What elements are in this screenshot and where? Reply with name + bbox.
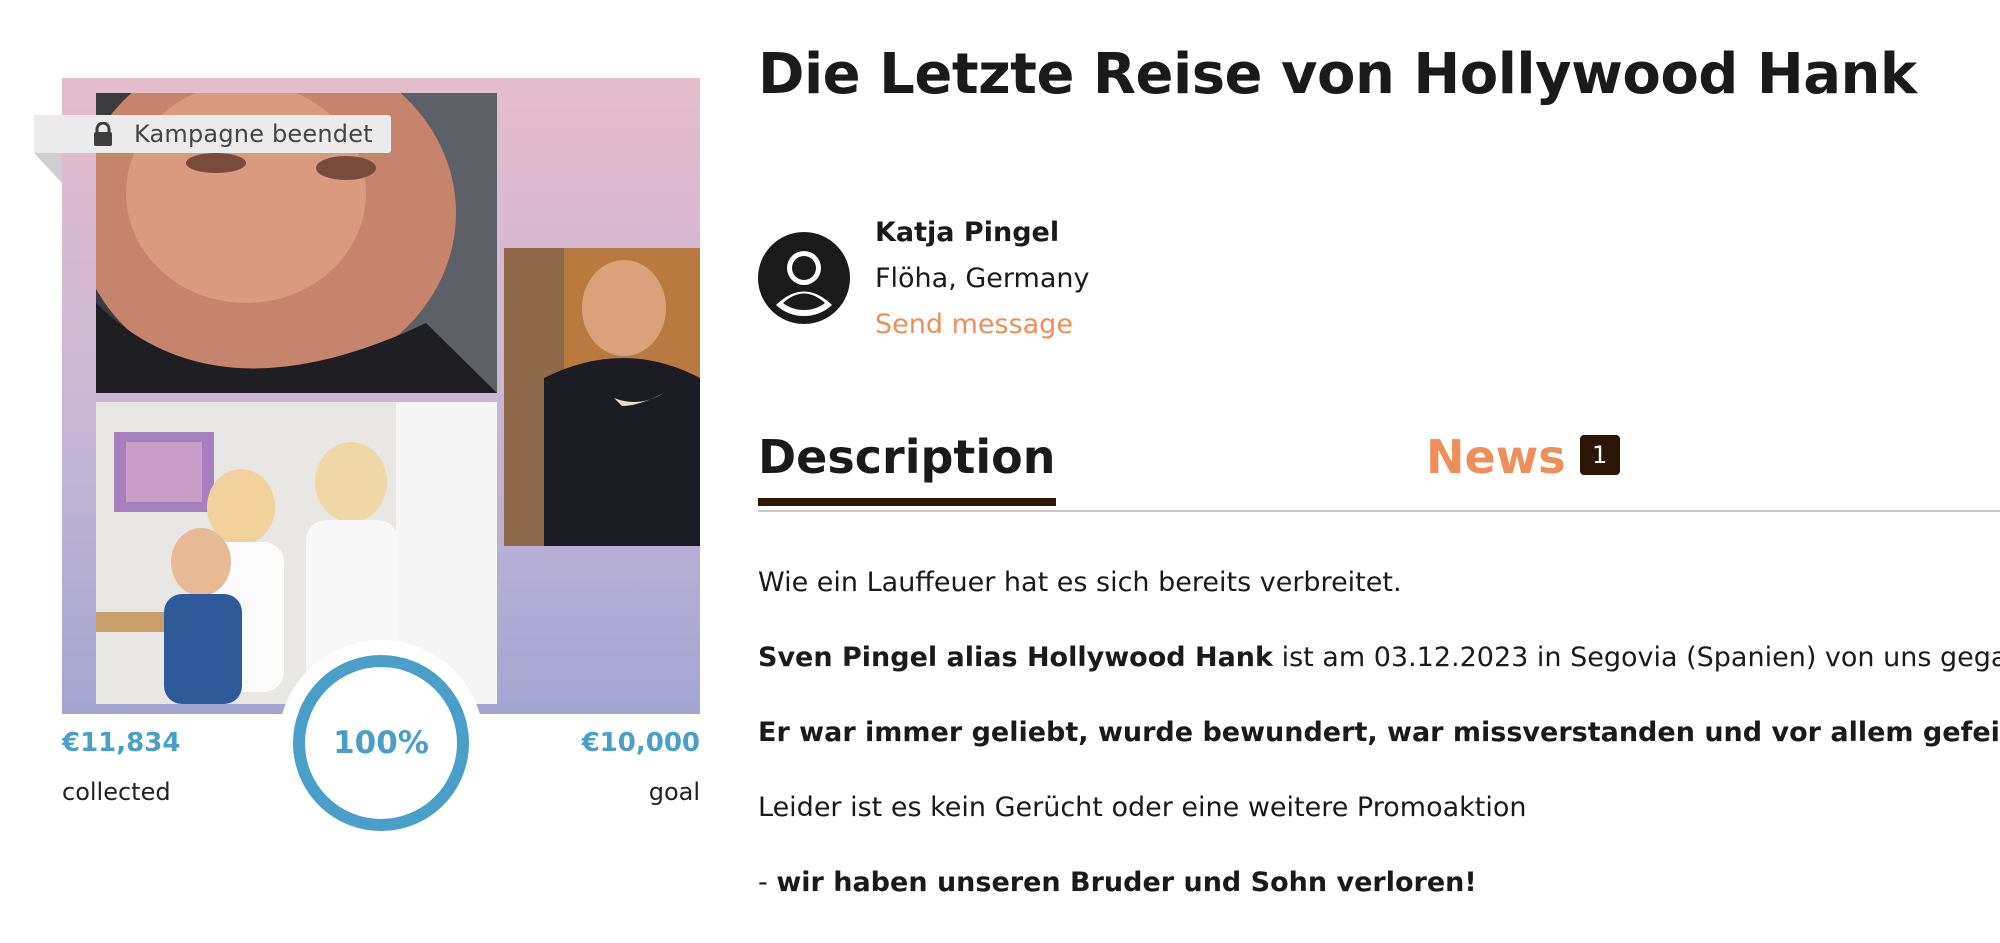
send-message-link[interactable]: Send message	[875, 309, 1073, 340]
organizer-name: Katja Pingel	[875, 217, 1060, 248]
content-tabs: Description News 1	[758, 420, 2000, 512]
campaign-photo-3	[504, 248, 700, 546]
progress-circle: 100%	[293, 655, 469, 831]
page-title: Die Letzte Reise von Hollywood Hank	[758, 42, 1917, 107]
description-paragraph-5: - wir haben unseren Bruder und Sohn verl…	[758, 868, 1988, 898]
campaign-image-collage	[62, 78, 700, 714]
campaign-ended-label: Kampagne beendet	[134, 120, 373, 148]
goal-label: goal	[648, 778, 700, 806]
description-paragraph-2: Sven Pingel alias Hollywood Hank ist am …	[758, 642, 2000, 673]
progress-ring: 100%	[278, 640, 484, 846]
tab-news-label: News	[1426, 430, 1566, 484]
campaign-ended-badge: Kampagne beendet	[34, 115, 391, 153]
description-paragraph-1: Wie ein Lauffeuer hat es sich bereits ve…	[758, 567, 1402, 598]
news-count-badge: 1	[1579, 434, 1620, 475]
collected-amount: €11,834	[62, 728, 181, 758]
description-p3-bold: Er war immer geliebt, wurde bewundert, w…	[758, 717, 2000, 748]
description-p5-prefix: -	[758, 867, 777, 898]
description-p5-bold: wir haben unseren Bruder und Sohn verlor…	[776, 867, 1477, 898]
collected-label: collected	[62, 778, 171, 806]
badge-fold	[34, 153, 62, 183]
lock-icon	[92, 121, 114, 146]
description-paragraph-3: Er war immer geliebt, wurde bewundert, w…	[758, 718, 2000, 748]
tab-news[interactable]: News 1	[1426, 430, 1620, 484]
organizer-location: Flöha, Germany	[875, 263, 1090, 294]
goal-amount: €10,000	[581, 728, 700, 758]
tab-description-label: Description	[758, 430, 1056, 484]
description-paragraph-4: Leider ist es kein Gerücht oder eine wei…	[758, 792, 1527, 823]
description-content: Wie ein Lauffeuer hat es sich bereits ve…	[758, 567, 2000, 943]
user-avatar-icon	[758, 232, 850, 324]
description-p2-rest: ist am 03.12.2023 in Segovia (Spanien) v…	[1281, 642, 2000, 673]
description-p2-bold: Sven Pingel alias Hollywood Hank	[758, 642, 1273, 673]
tab-description[interactable]: Description	[758, 430, 1056, 506]
progress-percent: 100%	[333, 725, 429, 761]
